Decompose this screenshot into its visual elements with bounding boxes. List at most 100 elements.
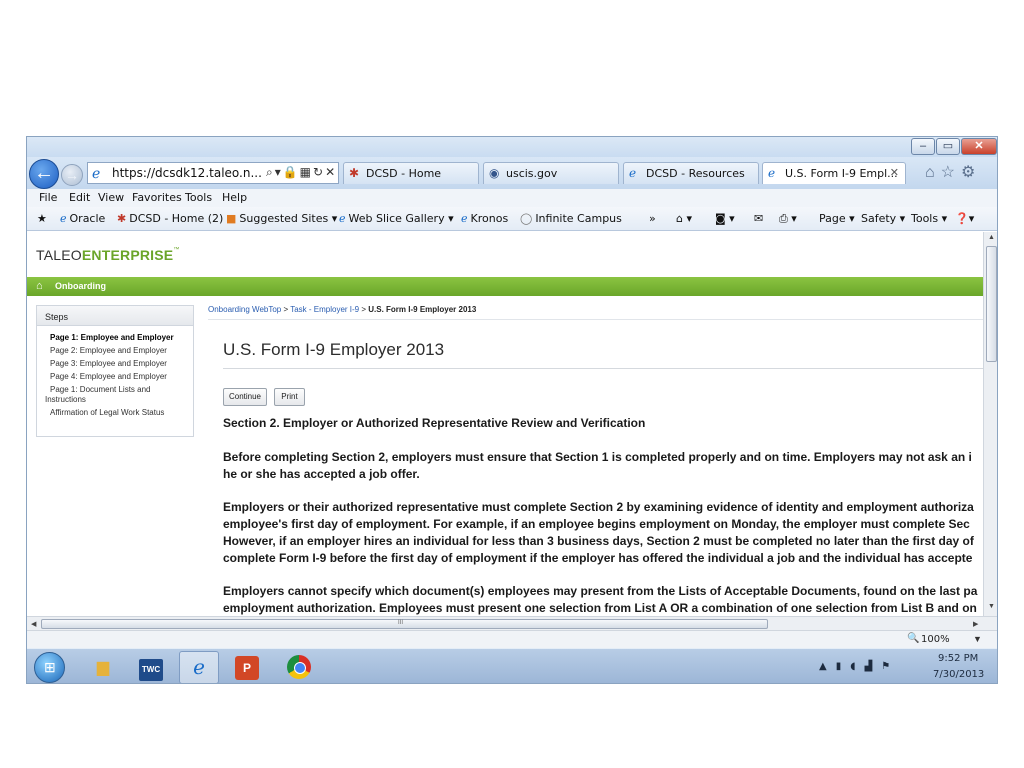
maximize-button[interactable]: ▭ <box>936 138 960 155</box>
back-button[interactable]: ← <box>29 159 59 189</box>
breadcrumb-current: U.S. Form I-9 Employer 2013 <box>368 305 477 314</box>
clock-date[interactable]: 7/30/2013 <box>933 669 984 680</box>
address-bar[interactable]: ℯ https://dcsdk12.taleo.n... ⌕▾🔒▦↻✕ <box>87 162 339 184</box>
show-hidden-icons-icon[interactable]: ▲ <box>819 661 836 672</box>
vertical-scroll-thumb[interactable] <box>986 246 997 362</box>
menu-view[interactable]: View <box>98 191 124 204</box>
instruction-paragraph: Employers or their authorized representa… <box>223 500 974 565</box>
tab-dcsd-home[interactable]: ✱ DCSD - Home <box>343 162 479 184</box>
ie-page-icon: ℯ <box>92 165 101 181</box>
tools-menu[interactable]: Tools ▾ <box>911 212 947 225</box>
step-item[interactable]: Page 3: Employee and Employer <box>37 359 193 369</box>
scroll-down-icon[interactable]: ▼ <box>988 603 995 610</box>
ie-page-icon: ℯ <box>339 212 346 225</box>
breadcrumb: Onboarding WebTop > Task - Employer I-9 … <box>208 305 477 314</box>
horizontal-scrollbar[interactable]: ◀ III ▶ <box>27 616 997 630</box>
chevron-more-icon[interactable]: » <box>649 212 656 225</box>
taskbar-twc[interactable]: TWC <box>131 651 171 683</box>
start-button[interactable]: ⊞ <box>34 652 65 683</box>
clock-time[interactable]: 9:52 PM <box>938 653 978 664</box>
taskbar-chrome[interactable] <box>279 651 319 683</box>
favorites-star-icon[interactable]: ☆ <box>941 164 961 181</box>
zoom-level[interactable]: 100% <box>921 634 950 645</box>
feeds-icon[interactable]: ◙ ▾ <box>715 212 735 225</box>
home-icon[interactable]: ⌂ <box>925 164 941 181</box>
scroll-up-icon[interactable]: ▲ <box>988 234 995 241</box>
divider <box>223 368 983 369</box>
fav-dcsd-home[interactable]: ✱ DCSD - Home (2) <box>117 212 223 225</box>
menu-file[interactable]: File <box>39 191 57 204</box>
close-window-button[interactable]: ✕ <box>961 138 997 155</box>
page-viewport: TALEOENTERPRISE™ ⌂ Onboarding Steps Page… <box>27 232 983 616</box>
favorites-star-icon[interactable]: ★ <box>37 212 47 225</box>
favorites-bar: ★ ℯ Oracle ✱ DCSD - Home (2) ■ Suggested Si… <box>27 207 997 231</box>
page-menu[interactable]: Page ▾ <box>819 212 855 225</box>
breadcrumb-link-webtop[interactable]: Onboarding WebTop <box>208 305 281 314</box>
breadcrumb-link-task[interactable]: Task - Employer I-9 <box>290 305 359 314</box>
close-tab-icon[interactable]: ✕ <box>890 166 899 179</box>
gear-icon[interactable]: ⚙ <box>961 164 981 181</box>
fav-suggested-sites[interactable]: ■ Suggested Sites ▾ <box>226 212 337 225</box>
tab-label: DCSD - Home <box>366 167 442 180</box>
ie-page-icon: ℯ <box>629 166 637 180</box>
dcsd-favicon-icon: ✱ <box>117 212 127 225</box>
tab-label: DCSD - Resources <box>646 167 745 180</box>
ie-icon: ℯ <box>193 657 205 679</box>
tab-label: uscis.gov <box>506 167 558 180</box>
safety-menu[interactable]: Safety ▾ <box>861 212 905 225</box>
tab-dcsd-resources[interactable]: ℯ DCSD - Resources <box>623 162 759 184</box>
taskbar-explorer[interactable]: ▆ <box>83 651 123 683</box>
scroll-right-icon[interactable]: ▶ <box>973 620 978 628</box>
zoom-dropdown-icon[interactable]: ▼ <box>973 634 982 644</box>
menu-bar: File Edit View Favorites Tools Help <box>27 189 997 207</box>
step-item[interactable]: Page 4: Employee and Employer <box>37 372 193 382</box>
menu-help[interactable]: Help <box>222 191 247 204</box>
system-tray: ▲▮◖▟⚑ <box>819 661 899 672</box>
network-signal-icon[interactable]: ▟ <box>865 661 882 672</box>
fav-kronos[interactable]: ℯ Kronos <box>461 212 508 225</box>
fav-infinite-campus[interactable]: ◯ Infinite Campus <box>520 212 622 225</box>
windows-taskbar: ⊞ ▆ TWC ℯ P ▲▮◖▟⚑ 9:52 PM 7/30/2013 <box>27 648 997 683</box>
address-bar-actions[interactable]: ⌕▾🔒▦↻✕ <box>266 165 337 180</box>
home-menu-icon[interactable]: ⌂ ▾ <box>676 212 692 225</box>
print-button[interactable]: Print <box>274 388 305 406</box>
page-title: U.S. Form I-9 Employer 2013 <box>223 340 445 359</box>
device-icon[interactable]: ▮ <box>836 661 851 672</box>
vertical-scrollbar[interactable]: ▲ ▼ <box>983 232 997 616</box>
taskbar-powerpoint[interactable]: P <box>227 651 267 683</box>
action-center-flag-icon[interactable]: ⚑ <box>881 661 899 672</box>
fav-oracle[interactable]: ℯ Oracle <box>60 212 105 225</box>
fav-web-slice-gallery[interactable]: ℯ Web Slice Gallery ▾ <box>339 212 454 225</box>
horizontal-scroll-thumb[interactable]: III <box>41 619 768 629</box>
uscis-seal-icon: ◉ <box>489 166 500 180</box>
step-item[interactable]: Affirmation of Legal Work Status <box>37 408 193 418</box>
help-icon[interactable]: ❓▾ <box>955 212 974 225</box>
menu-edit[interactable]: Edit <box>69 191 90 204</box>
continue-button[interactable]: Continue <box>223 388 267 406</box>
browser-window: – ▭ ✕ ← → ℯ https://dcsdk12.taleo.n... ⌕… <box>26 136 998 684</box>
menu-tools[interactable]: Tools <box>185 191 212 204</box>
scroll-left-icon[interactable]: ◀ <box>31 620 36 628</box>
home-icon[interactable]: ⌂ <box>36 280 43 292</box>
taskbar-internet-explorer[interactable]: ℯ <box>179 651 219 683</box>
tab-label: U.S. Form I-9 Empl... <box>785 167 898 180</box>
ie-page-icon: ℯ <box>461 212 468 225</box>
tab-uscis[interactable]: ◉ uscis.gov <box>483 162 619 184</box>
forward-button[interactable]: → <box>61 164 83 186</box>
step-item[interactable]: Page 1: Employee and Employer <box>37 333 193 343</box>
address-url[interactable]: https://dcsdk12.taleo.n... <box>112 166 262 180</box>
tab-form-i9[interactable]: ℯ U.S. Form I-9 Empl... ✕ <box>762 162 906 184</box>
scroll-grip: III <box>398 620 404 626</box>
minimize-button[interactable]: – <box>911 138 935 155</box>
menu-favorites[interactable]: Favorites <box>132 191 182 204</box>
browser-tool-icons: ⌂☆⚙ <box>925 162 995 184</box>
printer-icon[interactable]: ⎙ ▾ <box>779 212 797 226</box>
volume-icon[interactable]: ◖ <box>850 661 864 672</box>
steps-header: Steps <box>37 306 193 326</box>
step-item[interactable]: Page 2: Employee and Employer <box>37 346 193 356</box>
step-item[interactable]: Page 1: Document Lists and Instructions <box>37 385 193 405</box>
mail-icon[interactable]: ✉ <box>754 212 763 225</box>
folder-icon: ▆ <box>96 659 110 676</box>
onboarding-link[interactable]: Onboarding <box>55 281 106 291</box>
onboarding-nav-bar: ⌂ Onboarding <box>27 277 983 296</box>
